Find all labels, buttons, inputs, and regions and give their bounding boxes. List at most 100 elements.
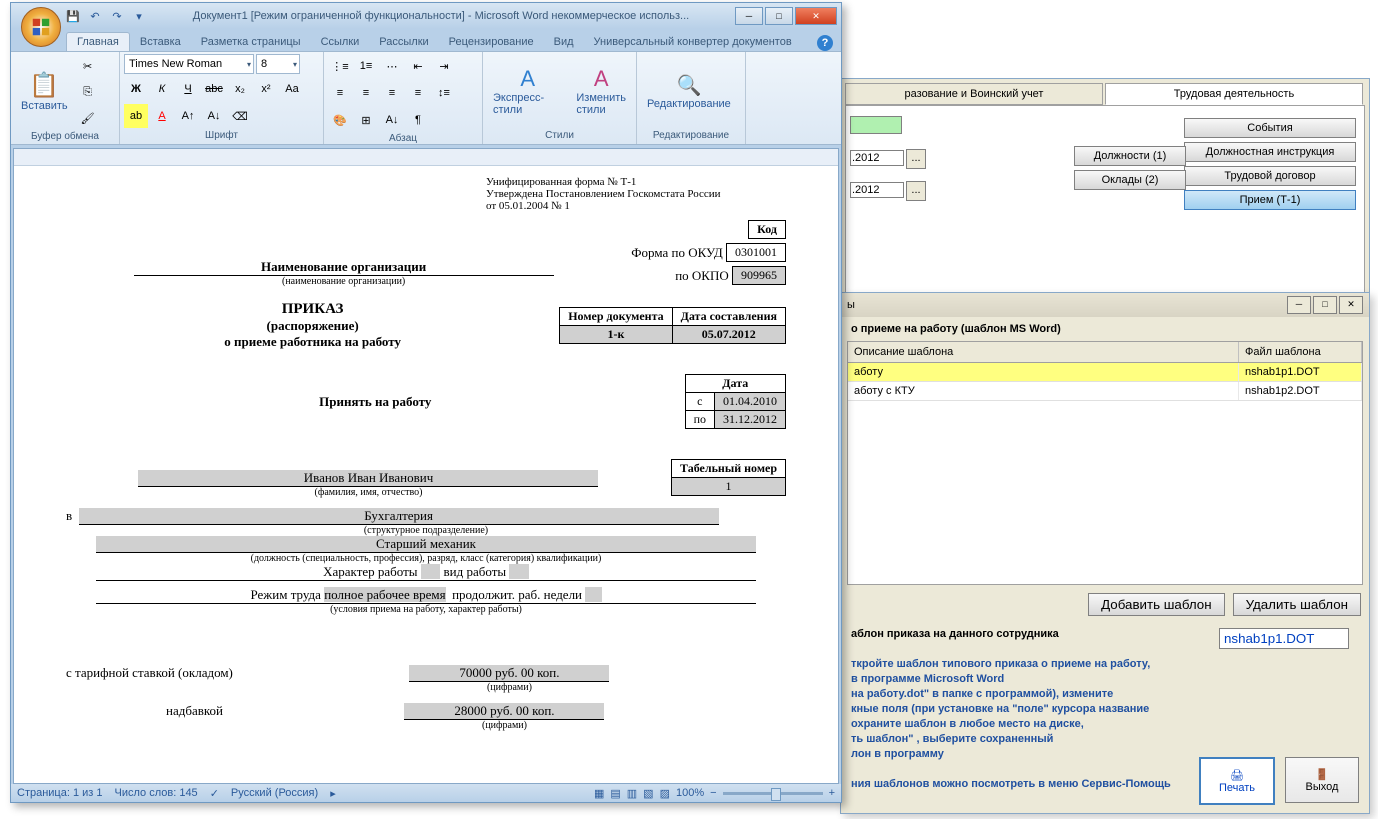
tab-converter[interactable]: Универсальный конвертер документов <box>584 33 802 51</box>
tab-work-activity[interactable]: Трудовая деятельность <box>1105 83 1363 105</box>
redo-icon[interactable]: ↷ <box>109 8 125 24</box>
tab-page-layout[interactable]: Разметка страницы <box>191 33 311 51</box>
table-row[interactable]: аботу с КТУ nshab1p2.DOT <box>848 382 1362 401</box>
current-template-label: аблон приказа на данного сотрудника <box>851 628 1059 640</box>
document-content: Унифицированная форма № Т-1 Утверждена П… <box>26 166 826 741</box>
exit-icon: 🚪 <box>1315 768 1329 781</box>
tab-review[interactable]: Рецензирование <box>439 33 544 51</box>
tab-references[interactable]: Ссылки <box>311 33 370 51</box>
template-grid[interactable]: Описание шаблона Файл шаблона аботу nsha… <box>847 341 1363 585</box>
font-size-combo[interactable]: 8 <box>256 54 300 74</box>
editing-button[interactable]: 🔍 Редактирование <box>641 54 737 128</box>
delete-template-button[interactable]: Удалить шаблон <box>1233 593 1361 616</box>
status-macro-icon[interactable]: ▸ <box>330 787 336 800</box>
subscript-icon[interactable]: x₂ <box>228 77 252 101</box>
line-spacing-icon[interactable]: ↕≡ <box>432 81 456 105</box>
paste-button[interactable]: 📋 Вставить <box>15 54 74 128</box>
positions-button[interactable]: Должности (1) <box>1074 146 1186 166</box>
show-marks-icon[interactable]: ¶ <box>406 108 430 132</box>
group-font: Шрифт <box>124 129 319 142</box>
strikethrough-icon[interactable]: abc <box>202 77 226 101</box>
shading-icon[interactable]: 🎨 <box>328 108 352 132</box>
view-draft-icon[interactable]: ▨ <box>660 787 670 800</box>
col-description[interactable]: Описание шаблона <box>848 342 1239 362</box>
ruler[interactable] <box>14 149 838 166</box>
font-name-combo[interactable]: Times New Roman <box>124 54 254 74</box>
status-bar: Страница: 1 из 1 Число слов: 145 ✓ Русск… <box>11 784 841 802</box>
clear-format-icon[interactable]: ⌫ <box>228 104 252 128</box>
order-t1-button[interactable]: Прием (Т-1) <box>1184 190 1356 210</box>
bullets-icon[interactable]: ⋮≡ <box>328 54 352 78</box>
view-print-icon[interactable]: ▦ <box>594 787 604 800</box>
undo-icon[interactable]: ↶ <box>87 8 103 24</box>
maximize-icon[interactable]: □ <box>765 7 793 25</box>
status-page[interactable]: Страница: 1 из 1 <box>17 787 103 799</box>
underline-icon[interactable]: Ч <box>176 77 200 101</box>
tab-view[interactable]: Вид <box>544 33 584 51</box>
zoom-out-icon[interactable]: − <box>710 787 716 799</box>
green-field[interactable] <box>850 116 902 134</box>
tab-insert[interactable]: Вставка <box>130 33 191 51</box>
tab-mailings[interactable]: Рассылки <box>369 33 438 51</box>
maximize-icon[interactable]: □ <box>1313 296 1337 314</box>
multilevel-icon[interactable]: ⋯ <box>380 54 404 78</box>
bold-icon[interactable]: Ж <box>124 77 148 101</box>
cut-icon[interactable]: ✂ <box>76 54 100 78</box>
zoom-level[interactable]: 100% <box>676 787 704 799</box>
tab-home[interactable]: Главная <box>66 32 130 51</box>
status-words[interactable]: Число слов: 145 <box>115 787 198 799</box>
shrink-font-icon[interactable]: A↓ <box>202 104 226 128</box>
italic-icon[interactable]: К <box>150 77 174 101</box>
status-language[interactable]: Русский (Россия) <box>231 787 318 799</box>
sort-icon[interactable]: A↓ <box>380 108 404 132</box>
superscript-icon[interactable]: x² <box>254 77 278 101</box>
change-styles-button[interactable]: A Изменить стили <box>570 54 632 128</box>
document-scroll[interactable]: Унифицированная форма № Т-1 Утверждена П… <box>14 166 838 783</box>
save-icon[interactable]: 💾 <box>65 8 81 24</box>
template-filename-input[interactable] <box>1219 628 1349 649</box>
salaries-button[interactable]: Оклады (2) <box>1074 170 1186 190</box>
align-right-icon[interactable]: ≡ <box>380 81 404 105</box>
tab-education[interactable]: разование и Воинский учет <box>845 83 1103 105</box>
indent-inc-icon[interactable]: ⇥ <box>432 54 456 78</box>
exit-button[interactable]: 🚪 Выход <box>1285 757 1359 803</box>
quick-styles-button[interactable]: A Экспресс-стили <box>487 54 568 128</box>
date-picker-1[interactable]: ... <box>906 149 926 169</box>
align-left-icon[interactable]: ≡ <box>328 81 352 105</box>
grow-font-icon[interactable]: A↑ <box>176 104 200 128</box>
format-painter-icon[interactable]: 🖌 <box>76 106 100 130</box>
numbering-icon[interactable]: 1≡ <box>354 54 378 78</box>
qat-dropdown-icon[interactable]: ▾ <box>131 8 147 24</box>
borders-icon[interactable]: ⊞ <box>354 108 378 132</box>
highlight-icon[interactable]: ab <box>124 104 148 128</box>
align-center-icon[interactable]: ≡ <box>354 81 378 105</box>
minimize-icon[interactable]: ─ <box>1287 296 1311 314</box>
labor-contract-button[interactable]: Трудовой договор <box>1184 166 1356 186</box>
events-button[interactable]: События <box>1184 118 1356 138</box>
view-read-icon[interactable]: ▤ <box>610 787 620 800</box>
view-outline-icon[interactable]: ▧ <box>643 787 653 800</box>
col-filename[interactable]: Файл шаблона <box>1239 342 1362 362</box>
zoom-slider[interactable] <box>723 792 823 795</box>
template-titlebar: ы ─ □ ✕ <box>841 293 1369 317</box>
view-web-icon[interactable]: ▥ <box>627 787 637 800</box>
change-case-icon[interactable]: Aa <box>280 77 304 101</box>
font-color-icon[interactable]: A <box>150 104 174 128</box>
help-icon[interactable]: ? <box>817 35 833 51</box>
print-button[interactable]: 🖨 Печать <box>1199 757 1275 805</box>
copy-icon[interactable]: ⎘ <box>76 80 100 104</box>
date-field-1[interactable]: .2012 <box>850 150 904 166</box>
date-field-2[interactable]: .2012 <box>850 182 904 198</box>
indent-dec-icon[interactable]: ⇤ <box>406 54 430 78</box>
add-template-button[interactable]: Добавить шаблон <box>1088 593 1224 616</box>
zoom-in-icon[interactable]: + <box>829 787 835 799</box>
minimize-icon[interactable]: ─ <box>735 7 763 25</box>
office-button[interactable] <box>21 7 61 47</box>
status-spell-icon[interactable]: ✓ <box>210 787 219 800</box>
close-icon[interactable]: ✕ <box>1339 296 1363 314</box>
date-picker-2[interactable]: ... <box>906 181 926 201</box>
close-icon[interactable]: ✕ <box>795 7 837 25</box>
table-row[interactable]: аботу nshab1p1.DOT <box>848 363 1362 382</box>
justify-icon[interactable]: ≡ <box>406 81 430 105</box>
job-instruction-button[interactable]: Должностная инструкция <box>1184 142 1356 162</box>
